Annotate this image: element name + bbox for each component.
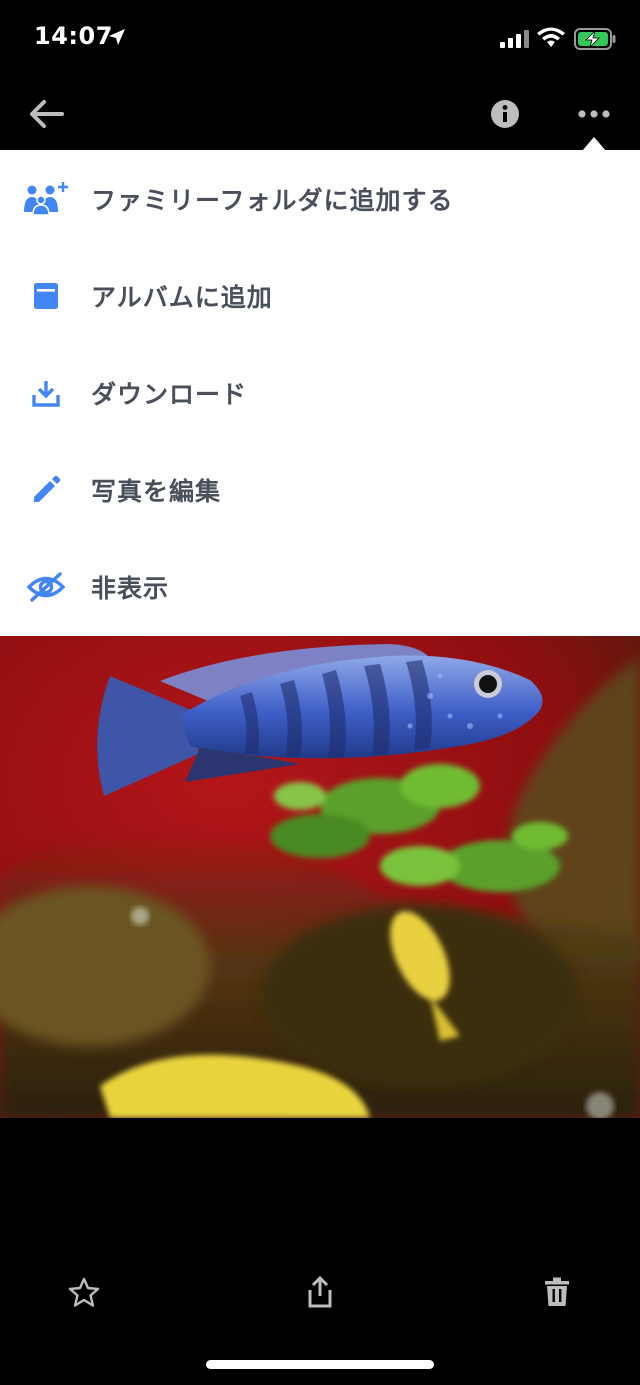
info-button[interactable] [483, 92, 527, 136]
menu-item-add-to-album[interactable]: アルバムに追加 [0, 247, 640, 344]
back-button[interactable] [24, 92, 68, 136]
location-arrow-icon [109, 29, 125, 45]
menu-item-label: 写真を編集 [91, 476, 222, 506]
share-button[interactable] [296, 1268, 344, 1316]
status-bar: 14:07 [0, 0, 640, 80]
menu-item-download[interactable]: ダウンロード [0, 344, 640, 441]
bottom-toolbar [0, 1118, 640, 1385]
download-icon [22, 369, 70, 417]
menu-item-add-to-family-folder[interactable]: ファミリーフォルダに追加する [0, 150, 640, 247]
favorite-button[interactable] [60, 1268, 108, 1316]
delete-button[interactable] [533, 1268, 581, 1316]
menu-caret [582, 137, 606, 151]
trash-icon [545, 1277, 569, 1306]
family-add-icon [22, 175, 70, 223]
info-icon [491, 100, 519, 128]
menu-item-label: 非表示 [91, 573, 170, 603]
wifi-icon [537, 27, 565, 47]
share-icon [308, 1276, 332, 1308]
menu-item-label: ファミリーフォルダに追加する [91, 185, 454, 215]
home-indicator [206, 1360, 434, 1369]
star-icon [68, 1277, 100, 1307]
menu-item-label: ダウンロード [91, 379, 248, 409]
overflow-menu: ファミリーフォルダに追加する アルバムに追加 ダウンロード 写真を編集 非表示 [0, 150, 640, 636]
more-horizontal-icon [578, 110, 610, 118]
cellular-signal-icon [500, 30, 529, 48]
menu-item-label: アルバムに追加 [91, 282, 273, 312]
arrow-left-icon [30, 100, 64, 128]
eye-off-icon [22, 563, 70, 611]
battery-charging-icon [574, 28, 616, 50]
menu-item-edit-photo[interactable]: 写真を編集 [0, 441, 640, 538]
more-options-button[interactable] [570, 92, 618, 136]
top-app-bar [0, 80, 640, 150]
menu-item-hide[interactable]: 非表示 [0, 538, 640, 635]
album-icon [22, 272, 70, 320]
aquarium-fish-photo[interactable] [0, 636, 640, 1118]
pencil-icon [22, 466, 70, 514]
status-time: 14:07 [34, 22, 113, 50]
